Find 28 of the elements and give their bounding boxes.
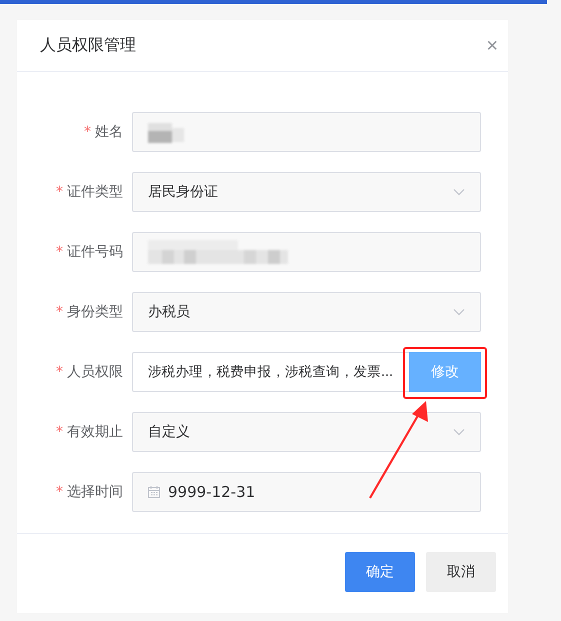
required-mark: *	[84, 124, 91, 140]
field-label: 证件号码	[67, 244, 123, 260]
field-label: 有效期止	[67, 424, 123, 440]
field-label: 姓名	[95, 124, 123, 140]
required-mark: *	[56, 364, 63, 380]
field-label: 身份类型	[67, 304, 123, 320]
required-mark: *	[56, 424, 63, 440]
required-mark: *	[56, 184, 63, 200]
date-field[interactable]: 9999-12-31	[132, 472, 481, 512]
input-field[interactable]	[132, 232, 481, 272]
chevron-down-icon	[453, 428, 465, 436]
dialog-title: 人员权限管理	[40, 35, 136, 56]
input-field[interactable]	[132, 112, 481, 152]
field-label: 选择时间	[67, 484, 123, 500]
required-mark: *	[56, 304, 63, 320]
required-mark: *	[56, 484, 63, 500]
calendar-icon	[148, 486, 160, 498]
select-field[interactable]: 居民身份证	[132, 172, 481, 212]
field-label: 证件类型	[67, 184, 123, 200]
chevron-down-icon	[453, 308, 465, 316]
required-mark: *	[56, 244, 63, 260]
field-label: 人员权限	[67, 364, 123, 380]
chevron-down-icon	[453, 188, 465, 196]
select-field[interactable]: 办税员	[132, 292, 481, 332]
confirm-button[interactable]: 确定	[345, 552, 415, 592]
select-field[interactable]: 自定义	[132, 412, 481, 452]
permission-text: 涉税办理，税费申报，涉税查询，发票...	[148, 363, 393, 381]
cancel-button[interactable]: 取消	[426, 552, 496, 592]
